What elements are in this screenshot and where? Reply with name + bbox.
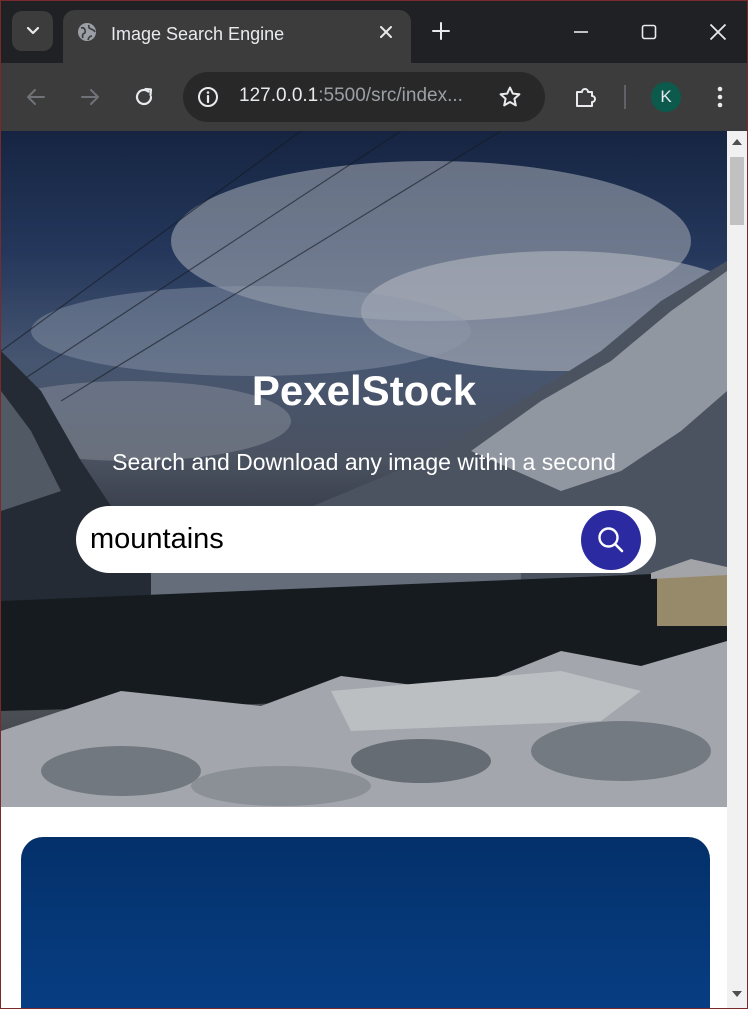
browser-window: Image Search Engine 127.0.0.1:5500/src/i… (0, 0, 748, 1009)
tab-title: Image Search Engine (111, 24, 285, 44)
search-bar (76, 506, 656, 573)
info-icon (198, 87, 218, 107)
url-host: 127.0.0.1 (239, 85, 319, 106)
site-subtitle: Search and Download any image within a s… (112, 449, 616, 475)
site-info-button[interactable] (195, 84, 221, 110)
search-icon (598, 527, 624, 553)
forward-button[interactable] (77, 84, 103, 110)
tab-strip: Image Search Engine (1, 1, 747, 63)
toolbar-divider (624, 85, 626, 109)
site-title: PexelStock (251, 367, 477, 414)
image-result-card[interactable] (21, 837, 710, 1008)
star-icon (499, 86, 521, 107)
scroll-down-arrow[interactable] (732, 991, 742, 997)
active-tab[interactable]: Image Search Engine (63, 10, 411, 63)
bookmark-button[interactable] (497, 84, 523, 110)
close-icon (709, 23, 727, 41)
browser-toolbar: 127.0.0.1:5500/src/index... K (1, 63, 747, 131)
page-viewport: PexelStock Search and Download any image… (1, 131, 747, 1008)
browser-menu-button[interactable] (707, 84, 733, 110)
close-icon (380, 26, 392, 38)
tab-search-button[interactable] (12, 11, 53, 51)
new-tab-button[interactable] (429, 19, 453, 43)
minimize-icon (574, 31, 588, 33)
reload-button[interactable] (131, 84, 157, 110)
arrow-left-icon (27, 89, 45, 105)
search-input[interactable] (90, 516, 570, 563)
close-window-button[interactable] (707, 21, 729, 43)
arrow-right-icon (81, 89, 99, 105)
url-path: :5500/src/index... (318, 85, 463, 106)
page-scrollbar[interactable] (727, 131, 747, 1008)
maximize-icon (641, 24, 657, 40)
globe-icon (78, 23, 96, 41)
scroll-thumb[interactable] (730, 157, 744, 225)
minimize-button[interactable] (570, 21, 592, 43)
puzzle-icon (576, 88, 596, 107)
hero-section: PexelStock Search and Download any image… (1, 131, 727, 807)
close-tab-button[interactable] (375, 21, 397, 43)
search-button[interactable] (581, 510, 641, 570)
more-vertical-icon (717, 86, 723, 108)
scroll-up-arrow[interactable] (732, 139, 742, 145)
profile-avatar[interactable]: K (651, 82, 681, 112)
back-button[interactable] (23, 84, 49, 110)
plus-icon (432, 22, 450, 40)
reload-icon (135, 87, 153, 106)
address-bar[interactable]: 127.0.0.1:5500/src/index... (183, 72, 545, 122)
url-text: 127.0.0.1:5500/src/index... (239, 85, 463, 107)
extensions-button[interactable] (573, 84, 599, 110)
maximize-button[interactable] (638, 21, 660, 43)
chevron-down-icon (26, 26, 39, 35)
